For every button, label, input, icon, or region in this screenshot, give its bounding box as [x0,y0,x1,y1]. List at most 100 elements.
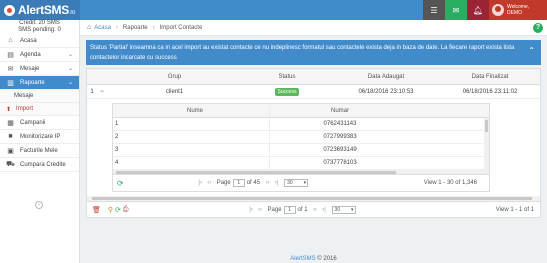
cart-icon: ⛟ [6,161,15,168]
chevron-up-icon[interactable]: ⌃ [528,46,535,56]
breadcrumb-home[interactable]: Acasa [94,25,111,31]
subgrid-vertical-scrollbar[interactable] [484,118,489,170]
rows-per-page-select[interactable]: 30 [331,205,356,214]
sidebar: Credit: 20 SMS SMS pending: 0 ⌂ Acasa ▤ Ag… [0,20,80,263]
home-icon: ⌂ [8,37,13,44]
cell-data-adaugat: 06/18/2016 23:10:53 [358,88,414,95]
next-page-icon[interactable]: ›› [311,207,320,213]
last-page-icon[interactable]: ›| [272,180,281,186]
copyright: AlertSMS © 2016 [290,256,337,262]
logo-icon [4,4,15,16]
cell-numar: 0762431143 [323,121,357,127]
logo-text: AlertSMS.ro [18,3,76,17]
video-icon: ■ [8,133,13,140]
envelope-icon: ✉ [7,65,14,73]
prev-page-icon[interactable]: ‹‹ [256,207,265,213]
import-grid: Grup Status Data Adaugat Data Finalizat … [86,68,541,218]
sidebar-item-mesaje[interactable]: ✉ Mesaje ⌄ [0,62,79,76]
sidebar-item-facturi[interactable]: ▣ Facturile Mele [0,144,79,158]
sidebar-item-acasa[interactable]: ⌂ Acasa [0,34,79,48]
page-input[interactable]: 1 [283,205,296,214]
cell-numar: 0723693149 [323,147,357,153]
column-header-nume[interactable]: Nume [121,104,270,117]
logo[interactable]: AlertSMS.ro [0,0,80,20]
cell-grup: client1 [165,88,184,95]
breadcrumb: ⌂ Acasa › Rapoarte › Import Contacte ? [80,20,547,36]
breadcrumb-reports[interactable]: Rapoarte [123,25,148,31]
first-page-icon[interactable]: |‹ [196,180,205,186]
notifications-button[interactable]: 🔔︎ [467,0,489,20]
refresh-icon[interactable]: ⟳ [117,179,124,188]
subgrid-header: Nume Numar [113,104,489,118]
table-row[interactable]: 3 0723693149 [113,144,489,157]
table-row[interactable]: 1 − client1 Success 06/18/2016 23:10:53 … [87,85,540,99]
cell-numar: 0737778103 [323,160,357,166]
envelope-icon: ✉ [452,5,460,15]
sidebar-collapse-button[interactable]: ‹ [35,201,43,209]
column-header-numar[interactable]: Numar [270,108,410,114]
status-badge: Success [274,87,300,96]
messages-button[interactable]: ✉ [445,0,467,20]
info-banner: Status 'Partial' inseamna ca in acel imp… [86,40,541,65]
chevron-down-icon: ⌄ [67,66,73,72]
credit-info: Credit: 20 SMS SMS pending: 0 [0,20,79,34]
credit-text: Credit: 20 SMS [19,20,60,26]
page-label: Page [267,206,282,213]
book-icon: ▤ [7,51,14,59]
subgrid-pager: ⟳ |‹ ‹‹ Page 1 of 45 ›› ›| 30 View 1 - 3… [113,175,489,191]
table-row[interactable]: 4 0737778103 [113,157,489,170]
sidebar-item-monitorizare[interactable]: ■ Monitorizare IP [0,130,79,144]
column-header-status[interactable]: Status [242,74,332,80]
collapse-row-icon[interactable]: − [97,89,107,95]
calendar-icon: ▦ [7,119,14,127]
column-header-data-adaugat[interactable]: Data Adaugat [332,74,440,80]
row-number: 1 [90,88,94,95]
contacts-subgrid: Nume Numar 1 0762431143 2 0727999383 3 0… [112,103,490,192]
avatar [492,4,504,16]
trash-icon[interactable]: 🗑︎ [92,206,101,214]
grid-pager: 🗑︎ ⚲ ⟳ ⎙ |‹ ‹‹ Page 1 of 1 ›› ›| 30 View… [87,201,540,217]
user-greeting: Welcome, DEMO [507,4,530,16]
chevron-left-icon: ‹ [38,202,40,208]
user-menu[interactable]: Welcome, DEMO [489,0,547,20]
first-page-icon[interactable]: |‹ [247,207,256,213]
sidebar-subitem-mesaje[interactable]: Mesaje [0,90,79,103]
prev-page-icon[interactable]: ‹‹ [205,180,214,186]
table-row[interactable]: 2 0727999383 [113,131,489,144]
view-range-text: View 1 - 30 of 1,346 [423,180,477,186]
cell-numar: 0727999383 [323,134,357,140]
breadcrumb-separator: › [152,24,155,31]
invoice-icon: ▣ [7,147,14,155]
export-icon[interactable]: ⎙ [123,206,129,214]
rows-per-page-select[interactable]: 30 [284,179,309,187]
sidebar-item-credite[interactable]: ⛟ Cumpara Credite [0,158,79,172]
list-icon: ☰ [430,5,438,15]
home-icon: ⌂ [87,24,92,31]
pending-text: SMS pending: 0 [18,27,61,33]
info-banner-text: Status 'Partial' inseamna ca in acel imp… [90,45,515,61]
view-range-text: View 1 - 1 of 1 [495,206,534,213]
sidebar-item-campanii[interactable]: ▦ Campanii [0,116,79,130]
page-label: Page [216,180,231,186]
sidebar-item-agenda[interactable]: ▤ Agenda ⌄ [0,48,79,62]
last-page-icon[interactable]: ›| [320,207,329,213]
page-count: of 45 [246,180,261,186]
sidebar-item-rapoarte[interactable]: ▥ Rapoarte ⌄ [0,76,79,90]
breadcrumb-current: Import Contacte [159,24,203,31]
menu-button[interactable]: ☰ [423,0,445,20]
next-page-icon[interactable]: ›› [263,180,272,186]
breadcrumb-separator: › [115,24,118,31]
refresh-icon[interactable]: ⟳ [115,206,121,214]
column-header-data-finalizat[interactable]: Data Finalizat [440,74,540,80]
page-input[interactable]: 1 [232,179,245,187]
sidebar-subitem-import[interactable]: ⬆ Import [0,103,79,116]
search-icon[interactable]: ⚲ [108,206,113,214]
bell-icon: 🔔︎ [472,5,484,15]
help-icon[interactable]: ? [533,23,543,33]
page-count: of 1 [297,206,308,213]
top-bar: AlertSMS.ro ☰ ✉ 🔔︎ Welcome, DEMO [0,0,547,20]
table-row[interactable]: 1 0762431143 [113,118,489,131]
upload-icon: ⬆ [6,106,12,113]
grid-header: Grup Status Data Adaugat Data Finalizat [87,69,540,85]
column-header-grup[interactable]: Grup [107,74,242,80]
